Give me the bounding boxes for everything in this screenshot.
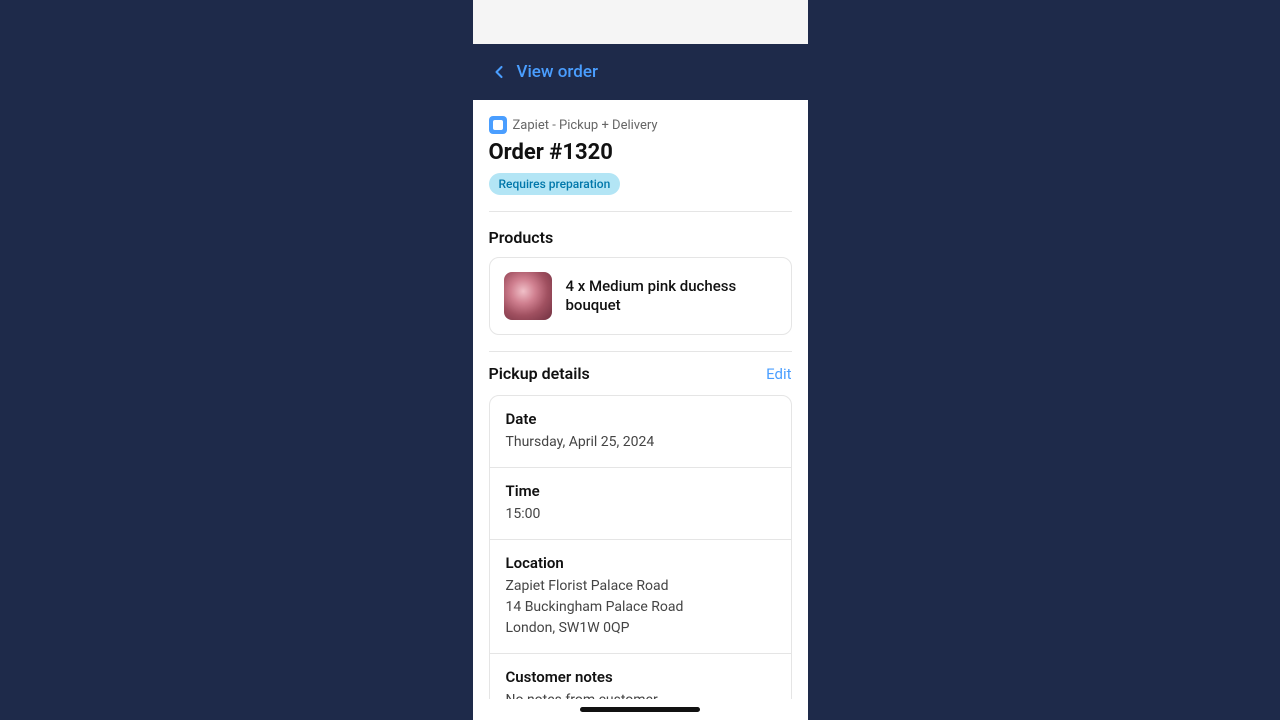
date-label: Date bbox=[506, 410, 775, 428]
location-line-1: Zapiet Florist Palace Road bbox=[506, 576, 775, 597]
status-bar bbox=[473, 0, 808, 44]
product-name: 4 x Medium pink duchess bouquet bbox=[566, 277, 777, 316]
location-line-2: 14 Buckingham Palace Road bbox=[506, 597, 775, 618]
nav-header: View order bbox=[473, 44, 808, 100]
main-content: Zapiet - Pickup + Delivery Order #1320 R… bbox=[473, 100, 808, 699]
location-value: Zapiet Florist Palace Road 14 Buckingham… bbox=[506, 576, 775, 639]
time-label: Time bbox=[506, 482, 775, 500]
product-image bbox=[504, 272, 552, 320]
back-button[interactable]: View order bbox=[489, 62, 598, 82]
back-label: View order bbox=[517, 62, 598, 82]
customer-notes-label: Customer notes bbox=[506, 668, 775, 686]
date-value: Thursday, April 25, 2024 bbox=[506, 432, 775, 453]
time-value: 15:00 bbox=[506, 504, 775, 525]
location-line-3: London, SW1W 0QP bbox=[506, 618, 775, 639]
source-text: Zapiet - Pickup + Delivery bbox=[513, 118, 658, 133]
requires-preparation-badge: Requires preparation bbox=[489, 173, 621, 195]
pickup-header: Pickup details Edit bbox=[489, 364, 792, 383]
product-image-flower bbox=[504, 272, 552, 320]
divider-pickup bbox=[489, 351, 792, 352]
pickup-row-location: Location Zapiet Florist Palace Road 14 B… bbox=[490, 540, 791, 654]
source-row: Zapiet - Pickup + Delivery bbox=[489, 116, 792, 134]
pickup-row-date: Date Thursday, April 25, 2024 bbox=[490, 396, 791, 468]
phone-container: View order Zapiet - Pickup + Delivery Or… bbox=[473, 0, 808, 720]
pickup-row-customer-notes: Customer notes No notes from customer bbox=[490, 654, 791, 699]
pickup-section-title: Pickup details bbox=[489, 364, 590, 383]
divider-products bbox=[489, 211, 792, 212]
pickup-card: Date Thursday, April 25, 2024 Time 15:00… bbox=[489, 395, 792, 699]
order-number: Order #1320 bbox=[489, 140, 792, 165]
location-label: Location bbox=[506, 554, 775, 572]
edit-button[interactable]: Edit bbox=[766, 365, 791, 383]
pickup-row-time: Time 15:00 bbox=[490, 468, 791, 540]
product-card: 4 x Medium pink duchess bouquet bbox=[489, 257, 792, 335]
pickup-section: Pickup details Edit Date Thursday, April… bbox=[489, 364, 792, 699]
bottom-home-indicator bbox=[580, 707, 700, 712]
customer-notes-value: No notes from customer bbox=[506, 690, 775, 699]
back-arrow-icon bbox=[489, 62, 509, 82]
zapiet-icon bbox=[489, 116, 507, 134]
products-section-title: Products bbox=[489, 224, 792, 247]
